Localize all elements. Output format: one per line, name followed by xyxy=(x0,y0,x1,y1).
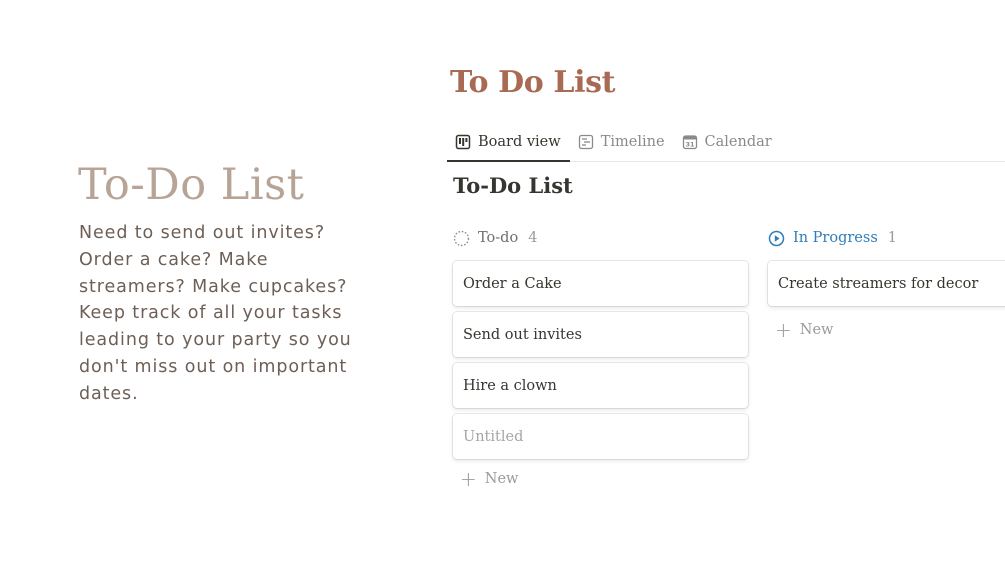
play-circle-icon xyxy=(768,230,785,246)
column-header[interactable]: To-do 4 xyxy=(453,226,748,250)
plus-icon: + xyxy=(775,318,792,342)
tab-label: Timeline xyxy=(600,134,665,150)
tab-label: Board view xyxy=(478,134,561,150)
column-label: To-do xyxy=(478,230,519,246)
column-count: 4 xyxy=(528,230,538,246)
promo-description: Need to send out invites? Order a cake? … xyxy=(79,223,352,404)
board-title: To-Do List xyxy=(453,173,573,198)
tab-label: Calendar xyxy=(704,134,772,150)
task-card[interactable]: Hire a clown xyxy=(453,363,748,408)
board-icon xyxy=(455,134,471,150)
column-in-progress: In Progress 1 Create streamers for decor… xyxy=(768,226,1005,344)
task-card[interactable]: Order a Cake xyxy=(453,261,748,306)
tab-timeline[interactable]: Timeline xyxy=(570,124,674,160)
tab-board-view[interactable]: Board view xyxy=(447,124,570,162)
svg-text:31: 31 xyxy=(685,141,695,149)
task-card-untitled[interactable]: Untitled xyxy=(453,414,748,459)
calendar-icon: 31 xyxy=(682,135,697,150)
new-label: New xyxy=(484,471,519,487)
page-title: To Do List xyxy=(450,65,616,100)
new-card-button[interactable]: + New xyxy=(453,465,748,493)
view-tabs: Board view Timeline 31 Calendar xyxy=(447,124,1005,162)
promo-title: To-Do List xyxy=(78,160,305,210)
tab-calendar[interactable]: 31 Calendar xyxy=(674,124,781,160)
task-card[interactable]: Create streamers for decor xyxy=(768,261,1005,306)
new-label: New xyxy=(799,322,834,338)
plus-icon: + xyxy=(460,467,477,491)
timeline-icon xyxy=(578,134,593,150)
column-header[interactable]: In Progress 1 xyxy=(768,226,1005,250)
notion-page: To Do List Board view Timeline 31 Calend… xyxy=(447,0,1005,565)
column-count: 1 xyxy=(887,230,898,246)
new-card-button[interactable]: + New xyxy=(768,316,1005,344)
dotted-circle-icon xyxy=(453,230,470,246)
task-card[interactable]: Send out invites xyxy=(453,312,748,357)
column-todo: To-do 4 Order a Cake Send out invites Hi… xyxy=(453,226,748,493)
column-label: In Progress xyxy=(793,230,878,246)
